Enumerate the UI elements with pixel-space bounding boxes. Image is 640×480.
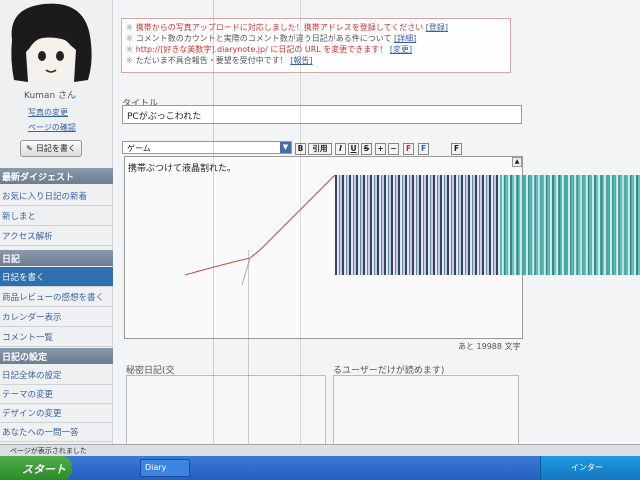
change-photo-link[interactable]: 写真の変更 (28, 107, 68, 118)
lcd-damage-artifact (500, 175, 640, 275)
sidebar-item-review[interactable]: 商品レビューの感想を書く (0, 287, 113, 307)
lcd-line-artifact (248, 250, 249, 452)
notice-line: ※ 携帯からの写真アップロードに対応しました！携帯アドレスを登録してください [登… (126, 23, 449, 32)
bullet-icon: ※ (126, 34, 133, 43)
notice-line: ※ ただいま不具合報告・要望を受付中です！ [報告] (126, 56, 313, 65)
details-link[interactable]: [詳細] (394, 34, 416, 43)
quote-button[interactable]: 引用 (308, 143, 332, 155)
bullet-icon: ※ (126, 45, 133, 54)
lcd-line-artifact (300, 0, 301, 452)
italic-button[interactable]: I (335, 143, 346, 155)
sidebar-item-design[interactable]: デザインの変更 (0, 403, 113, 423)
pencil-icon: ✎ (26, 144, 33, 153)
sidebar-item-comments[interactable]: コメント一覧 (0, 327, 113, 347)
strike-button[interactable]: S (361, 143, 372, 155)
change-url-link[interactable]: [変更] (390, 45, 412, 54)
lcd-line-artifact (213, 0, 214, 452)
view-page-link[interactable]: ページの確認 (28, 122, 76, 133)
notice-box: ※ 携帯からの写真アップロードに対応しました！携帯アドレスを登録してください [登… (121, 18, 511, 73)
secret-option-box[interactable] (126, 375, 326, 450)
sidebar: Kuman さん 写真の変更 ページの確認 ✎ 日記を書く 最新ダイジェスト お… (0, 0, 113, 452)
system-tray[interactable]: インター (540, 456, 640, 480)
diary-section-header: 日記 (0, 250, 113, 266)
browser-status-bar: ページが表示されました (0, 444, 640, 456)
sidebar-item-theme[interactable]: テーマの変更 (0, 384, 113, 404)
notice-line: ※ http://[好きな英数字].diarynote.jp/ に日記の URL … (126, 45, 413, 54)
sidebar-item-favorites[interactable]: お気に入り日記の新着 (0, 186, 113, 206)
chevron-down-icon: ▼ (280, 142, 291, 153)
font-larger-button[interactable]: + (375, 143, 386, 155)
report-link[interactable]: [報告] (290, 56, 312, 65)
font-color-button[interactable]: F (451, 143, 462, 155)
underline-button[interactable]: U (348, 143, 359, 155)
sidebar-item-new[interactable]: 新しまと (0, 206, 113, 226)
avatar[interactable] (4, 0, 98, 84)
notice-line: ※ コメント数のカウントと実際のコメント数が違う日記がある件について [詳細] (126, 34, 417, 43)
font-smaller-button[interactable]: − (388, 143, 399, 155)
bullet-icon: ※ (126, 56, 133, 65)
write-diary-button[interactable]: ✎ 日記を書く (20, 140, 82, 157)
bullet-icon: ※ (126, 23, 133, 32)
font-color-red-button[interactable]: F (403, 143, 414, 155)
start-button[interactable]: スタート (0, 456, 72, 480)
sidebar-item-analytics[interactable]: アクセス解析 (0, 226, 113, 246)
sidebar-item-write[interactable]: 日記を書く (0, 267, 113, 287)
sidebar-item-general-settings[interactable]: 日記全体の設定 (0, 365, 113, 385)
secret-users-box[interactable] (333, 375, 519, 450)
user-name: Kuman さん (24, 91, 77, 101)
title-input[interactable]: PCがぶっこわれた (122, 105, 522, 124)
font-color-blue-button[interactable]: F (418, 143, 429, 155)
register-link[interactable]: [登録] (426, 23, 448, 32)
taskbar-item-browser[interactable]: Diary (140, 459, 190, 477)
char-counter: あと 19988 文字 (458, 342, 521, 351)
sidebar-item-qa[interactable]: あなたへの一問一答 (0, 422, 113, 442)
taskbar: スタート Diary インター (0, 456, 640, 480)
settings-section-header: 日記の設定 (0, 348, 113, 364)
category-select[interactable]: ゲーム ▼ (122, 141, 292, 154)
sidebar-item-calendar[interactable]: カレンダー表示 (0, 307, 113, 327)
digest-section-header: 最新ダイジェスト (0, 168, 113, 184)
body-text: 携帯ぶつけて液晶割れた。 (128, 164, 237, 174)
